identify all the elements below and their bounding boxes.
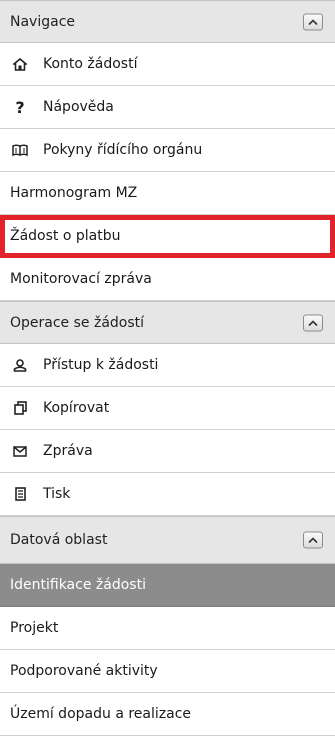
print-icon — [10, 487, 30, 501]
menu-item-harmonogram[interactable]: Harmonogram MZ — [0, 172, 335, 215]
menu-item-zprava[interactable]: Zpráva — [0, 430, 335, 473]
chevron-up-icon — [308, 18, 318, 25]
copy-icon — [10, 401, 30, 415]
menu-item-konto-zadosti[interactable]: Konto žádostí — [0, 43, 335, 86]
section-header-datova[interactable]: Datová oblast — [0, 516, 335, 564]
menu-item-label: Monitorovací zpráva — [10, 271, 152, 287]
side-navigation-panel: Navigace Konto žádostí ? Nápověda Pokyny… — [0, 0, 335, 742]
menu-item-monitorovaci-zprava[interactable]: Monitorovací zpráva — [0, 258, 335, 301]
user-icon — [10, 358, 30, 372]
menu-item-tisk[interactable]: Tisk — [0, 473, 335, 516]
collapse-button[interactable] — [303, 13, 323, 30]
section-title: Datová oblast — [10, 532, 108, 548]
menu-item-label: Kopírovat — [43, 400, 110, 416]
chevron-up-icon — [308, 537, 318, 544]
section-header-navigace[interactable]: Navigace — [0, 0, 335, 43]
menu-item-napoveda[interactable]: ? Nápověda — [0, 86, 335, 129]
menu-item-identifikace-zadosti[interactable]: Identifikace žádosti — [0, 564, 335, 607]
menu-item-uzemi-dopadu[interactable]: Území dopadu a realizace — [0, 693, 335, 736]
book-icon — [10, 144, 30, 157]
question-icon: ? — [15, 97, 25, 117]
menu-item-label: Území dopadu a realizace — [10, 706, 192, 722]
menu-item-label: Podporované aktivity — [10, 663, 158, 679]
menu-item-projekt[interactable]: Projekt — [0, 607, 335, 650]
section-title: Operace se žádostí — [10, 314, 145, 331]
menu-item-label: Přístup k žádosti — [43, 357, 159, 373]
menu-item-label: Identifikace žádosti — [10, 577, 146, 593]
menu-item-label: Harmonogram MZ — [10, 185, 138, 201]
menu-item-label: Konto žádostí — [43, 56, 138, 72]
menu-item-pristup[interactable]: Přístup k žádosti — [0, 344, 335, 387]
menu-item-zadost-o-platbu[interactable]: Žádost o platbu — [0, 215, 335, 258]
menu-item-label: Projekt — [10, 620, 59, 636]
collapse-button[interactable] — [303, 314, 323, 331]
menu-item-label: Tisk — [43, 486, 71, 502]
menu-item-label: Pokyny řídícího orgánu — [43, 142, 203, 158]
menu-item-label: Žádost o platbu — [10, 228, 121, 244]
menu-item-pokyny[interactable]: Pokyny řídícího orgánu — [0, 129, 335, 172]
menu-item-kopirovat[interactable]: Kopírovat — [0, 387, 335, 430]
section-title: Navigace — [10, 13, 76, 30]
envelope-icon — [10, 445, 30, 457]
section-header-operace[interactable]: Operace se žádostí — [0, 301, 335, 344]
chevron-up-icon — [308, 319, 318, 326]
home-icon — [10, 57, 30, 71]
menu-item-label: Zpráva — [43, 443, 93, 459]
collapse-button[interactable] — [303, 531, 323, 549]
menu-item-podporovane-aktivity[interactable]: Podporované aktivity — [0, 650, 335, 693]
menu-item-label: Nápověda — [43, 99, 114, 115]
